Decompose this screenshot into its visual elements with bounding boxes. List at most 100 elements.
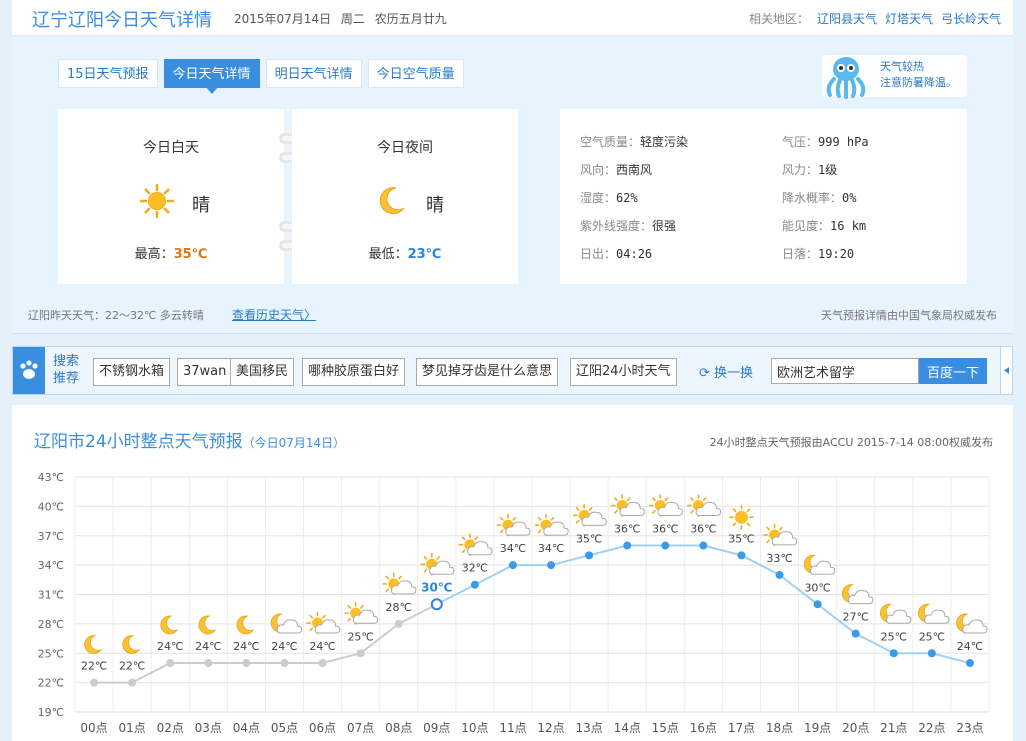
- data-point: [927, 649, 936, 658]
- data-label: 30℃: [804, 581, 830, 594]
- nighttime-card: 今日夜间 晴 最低：23℃: [292, 109, 518, 284]
- data-label: 24℃: [957, 640, 983, 653]
- sun-cloud-icon: [648, 494, 683, 517]
- sun-icon: [140, 184, 174, 218]
- data-point: [547, 561, 556, 570]
- tip-text: 天气较热 注意防暑降温。: [880, 59, 957, 91]
- tab-today-detail[interactable]: 今日天气详情: [163, 59, 260, 94]
- data-label: 24℃: [233, 640, 259, 653]
- tab-air-quality[interactable]: 今日空气质量: [367, 59, 464, 88]
- hot-search-2[interactable]: 美国移民: [230, 358, 295, 386]
- collapse-arrow[interactable]: [1000, 347, 1012, 394]
- x-tick-label: 14点: [614, 721, 641, 735]
- aqi-row: 空气质量：轻度污染: [580, 135, 689, 149]
- hot-search-1[interactable]: 37wan: [177, 358, 233, 386]
- data-label: 34℃: [538, 542, 564, 555]
- sun-cloud-icon: [496, 513, 531, 537]
- x-tick-label: 13点: [575, 721, 602, 735]
- refresh-icon: ⟳: [699, 366, 715, 381]
- sun-cloud-icon: [687, 494, 722, 517]
- sun-cloud-icon: [344, 601, 379, 625]
- x-tick-label: 05点: [271, 721, 298, 735]
- yesterday-weather: 辽阳昨天天气：22～32℃ 多云转晴: [28, 309, 204, 322]
- moon-icon: [122, 635, 141, 654]
- data-point: [318, 659, 327, 668]
- moon-cloud-icon: [841, 584, 874, 605]
- humidity-row: 湿度：62%: [580, 191, 638, 205]
- data-point: [280, 659, 289, 668]
- moon-icon: [198, 615, 217, 635]
- aqi-value: 轻度污染: [640, 135, 689, 149]
- data-point: [775, 570, 784, 579]
- hot-search-0[interactable]: 不锈钢水箱: [93, 358, 171, 386]
- precip-row: 降水概率：0%: [782, 191, 857, 205]
- data-label: 25℃: [347, 630, 373, 643]
- search-button[interactable]: 百度一下: [919, 358, 987, 384]
- daytime-weather: 晴: [192, 195, 210, 216]
- x-tick-label: 15点: [652, 721, 679, 735]
- data-point: [90, 678, 99, 687]
- data-point: [508, 561, 517, 570]
- related-link-liaoyangxian[interactable]: 辽阳县天气: [817, 12, 877, 26]
- baidu-paw-icon: [13, 347, 45, 394]
- x-tick-label: 00点: [80, 721, 107, 735]
- data-label: 30℃: [421, 580, 452, 594]
- sun-cloud-icon: [458, 533, 493, 557]
- data-label: 35℃: [728, 532, 754, 545]
- search-input[interactable]: [771, 358, 919, 384]
- x-tick-label: 21点: [880, 721, 907, 735]
- wind-force-value: 1级: [818, 163, 838, 177]
- weather-details: 空气质量：轻度污染 气压：999 hPa 风向：西南风 风力：1级 湿度：62%…: [560, 109, 967, 284]
- data-label: 24℃: [309, 640, 335, 653]
- humidity-value: 62%: [616, 191, 638, 205]
- search-recommend-bar: 搜索 推荐 不锈钢水箱 37wan 美国移民 哪种胶原蛋白好 梦见掉牙齿是什么意…: [12, 346, 1013, 395]
- moon-icon: [379, 187, 405, 215]
- hot-search-3[interactable]: 哪种胶原蛋白好: [302, 358, 406, 386]
- sun-cloud-icon: [534, 513, 569, 537]
- uv-value: 很强: [652, 219, 677, 233]
- history-weather-link[interactable]: 查看历史天气〉: [232, 306, 316, 323]
- data-point: [356, 649, 365, 658]
- y-tick-label: 43℃: [38, 471, 64, 484]
- x-tick-label: 18点: [766, 721, 793, 735]
- data-label: 35℃: [576, 532, 602, 545]
- data-label: 34℃: [500, 542, 526, 555]
- moon-icon: [84, 635, 103, 654]
- hot-search-4[interactable]: 梦见掉牙齿是什么意思: [416, 358, 559, 386]
- y-tick-label: 40℃: [38, 500, 64, 513]
- sun-cloud-icon: [610, 494, 645, 517]
- sun-cloud-icon: [306, 611, 341, 635]
- daytime-title: 今日白天: [143, 140, 199, 156]
- visibility-value: 16 km: [830, 219, 867, 233]
- hot-search-5[interactable]: 辽阳24小时天气: [570, 358, 677, 386]
- data-point: [661, 541, 670, 550]
- tab-15-day[interactable]: 15日天气预报: [58, 59, 158, 88]
- sunrise-row: 日出：04:26: [580, 247, 653, 261]
- refresh-button[interactable]: ⟳ 换一换: [699, 362, 753, 381]
- data-point: [242, 659, 251, 668]
- uv-row: 紫外线强度：很强: [580, 219, 677, 233]
- precip-value: 0%: [842, 191, 857, 205]
- x-tick-label: 02点: [157, 721, 184, 735]
- wind-direction-value: 西南风: [616, 163, 653, 177]
- data-label: 36℃: [652, 523, 678, 536]
- data-point: [889, 649, 898, 658]
- data-point: [699, 541, 708, 550]
- visibility-row: 能见度：16 km: [782, 219, 867, 233]
- daytime-card: 今日白天 晴 最高：35℃: [58, 109, 284, 284]
- moon-cloud-icon: [918, 603, 950, 624]
- x-tick-label: 01点: [118, 721, 145, 735]
- data-label: 24℃: [271, 640, 297, 653]
- today-panel: 15日天气预报 今日天气详情 明日天气详情 今日空气质量 天气较热 注意防暑降温…: [12, 37, 1013, 334]
- x-tick-label: 16点: [690, 721, 717, 735]
- data-point: [128, 678, 137, 687]
- related-link-dengta[interactable]: 灯塔天气: [885, 12, 933, 26]
- data-label: 28℃: [386, 601, 412, 614]
- data-point: [851, 629, 860, 638]
- related-link-gongchangling[interactable]: 弓长岭天气: [941, 12, 1001, 26]
- tab-tomorrow-detail[interactable]: 明日天气详情: [265, 59, 362, 88]
- data-point: [623, 541, 632, 550]
- data-point: [470, 580, 479, 589]
- x-tick-label: 09点: [423, 721, 450, 735]
- pressure-row: 气压：999 hPa: [782, 135, 869, 149]
